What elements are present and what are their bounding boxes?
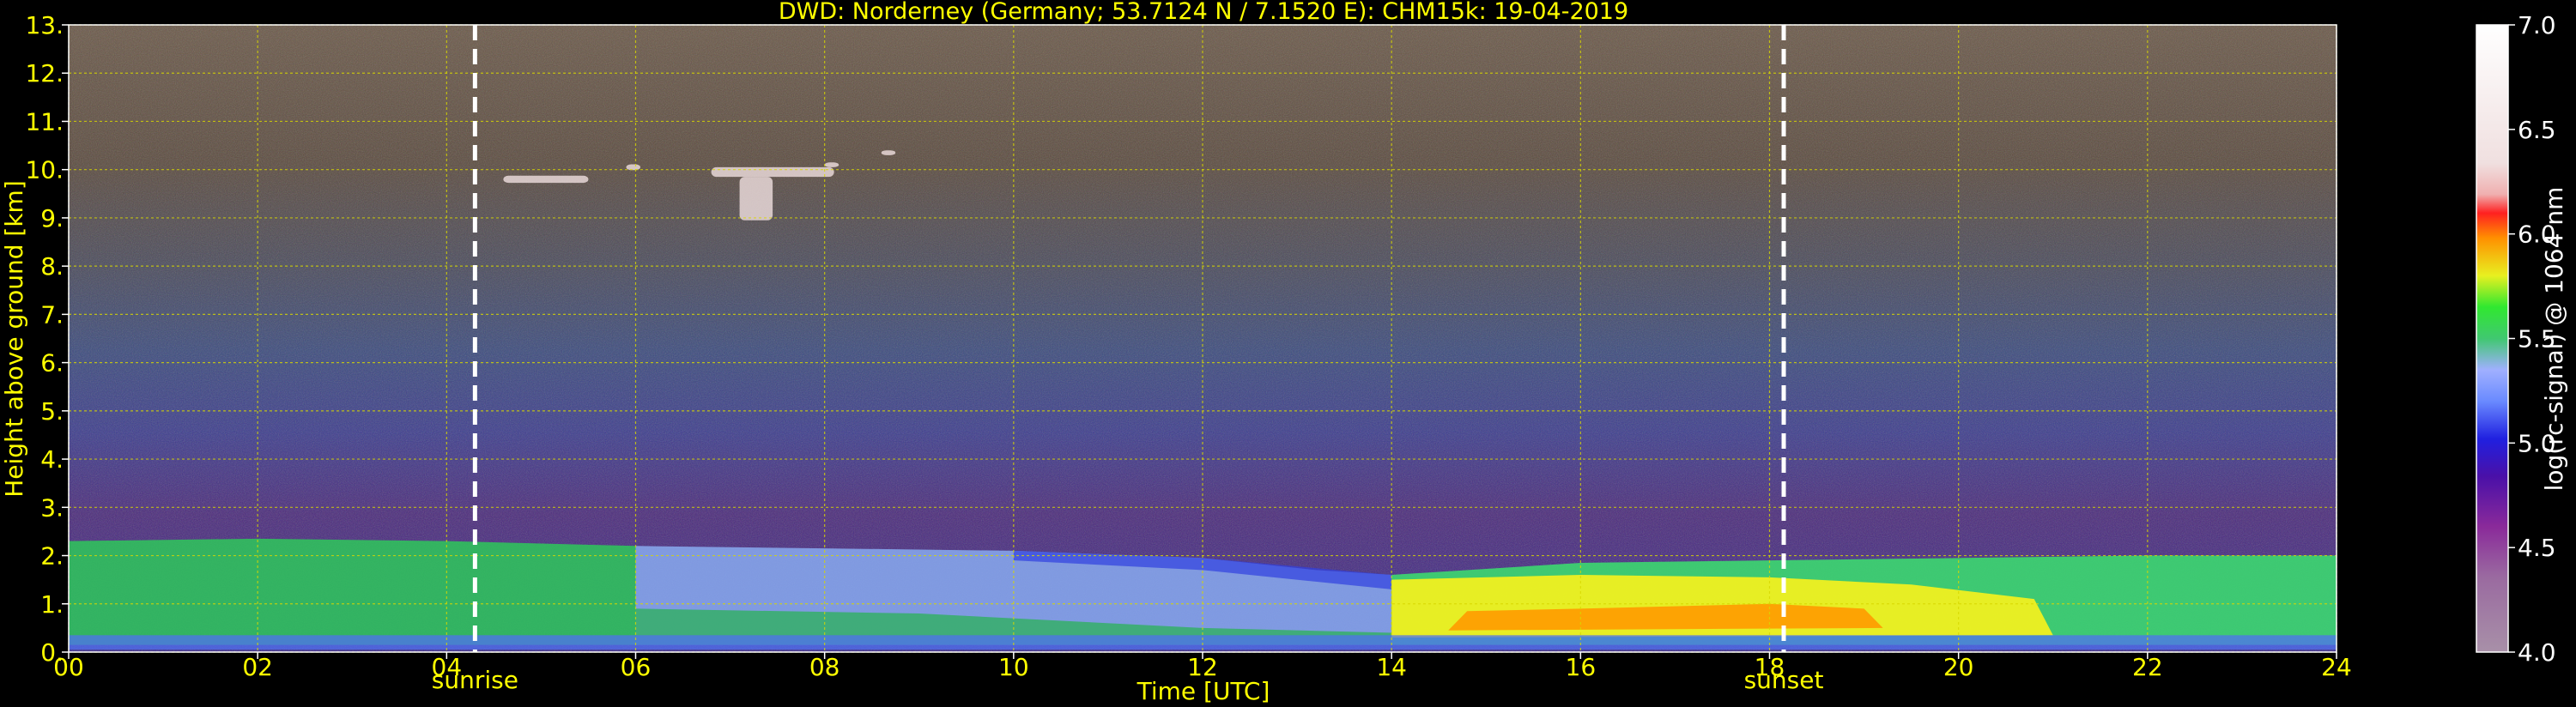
cirrus-patch (626, 164, 641, 171)
y-tick-label: 7. (40, 300, 64, 329)
x-tick-label: 10 (998, 653, 1029, 681)
cirrus-patch (881, 150, 896, 155)
y-tick-label: 9. (40, 204, 64, 233)
y-tick-label: 3. (40, 493, 64, 522)
y-tick-label: 8. (40, 252, 64, 281)
x-tick-label: 20 (1943, 653, 1974, 681)
y-tick-label: 4. (40, 445, 64, 474)
colorbar-label: log(rc-signal) @ 1064 nm (2540, 187, 2568, 492)
y-tick-label: 13. (25, 11, 64, 39)
x-tick-label: 24 (2321, 653, 2352, 681)
lidar-chart: sunrise sunset 00 02 04 06 08 10 12 14 16 18 20 22 24… (0, 0, 2568, 705)
y-axis-label: Height above ground [km] (0, 180, 28, 498)
cirrus-patch (739, 177, 773, 221)
colorbar-gradient (2476, 25, 2508, 652)
boundary-layer-morning (69, 538, 636, 645)
cirrus-patch (711, 166, 834, 178)
x-tick-label: 02 (242, 653, 273, 681)
colorbar-tick-label: 7.0 (2518, 11, 2556, 39)
y-tick-label: 6. (40, 349, 64, 378)
colorbar-tick-label: 6.5 (2518, 116, 2556, 144)
cirrus-patch (503, 175, 589, 184)
plot-area: sunrise sunset (68, 24, 2337, 694)
y-tick-label: 12. (25, 59, 64, 88)
y-axis-ticks: 0. 1. 2. 3. 4. 5. 6. 7. 8. 9. 10. 11. 12. 13. (25, 11, 69, 667)
x-tick-label: 14 (1376, 653, 1407, 681)
y-tick-label: 0. (40, 638, 64, 667)
x-tick-label: 18 (1755, 653, 1785, 681)
y-tick-label: 11. (25, 107, 64, 136)
y-tick-label: 2. (40, 542, 64, 571)
x-tick-label: 22 (2132, 653, 2163, 681)
x-tick-label: 08 (809, 653, 840, 681)
y-tick-label: 1. (40, 590, 64, 619)
x-tick-label: 16 (1566, 653, 1597, 681)
y-tick-label: 10. (25, 156, 64, 184)
colorbar-tick-label: 4.0 (2518, 638, 2556, 667)
surface-layer (69, 635, 2337, 650)
y-tick-label: 5. (40, 397, 64, 426)
colorbar-tick-label: 4.5 (2518, 534, 2556, 562)
chart-title: DWD: Norderney (Germany; 53.7124 N / 7.1… (779, 0, 1628, 25)
x-axis-label: Time [UTC] (1136, 677, 1270, 705)
colorbar: 4.04.55.05.56.06.57.0 log(rc-signal) @ 1… (2476, 11, 2568, 667)
cirrus-patch (824, 162, 839, 167)
x-tick-label: 04 (432, 653, 463, 681)
x-tick-label: 06 (621, 653, 652, 681)
